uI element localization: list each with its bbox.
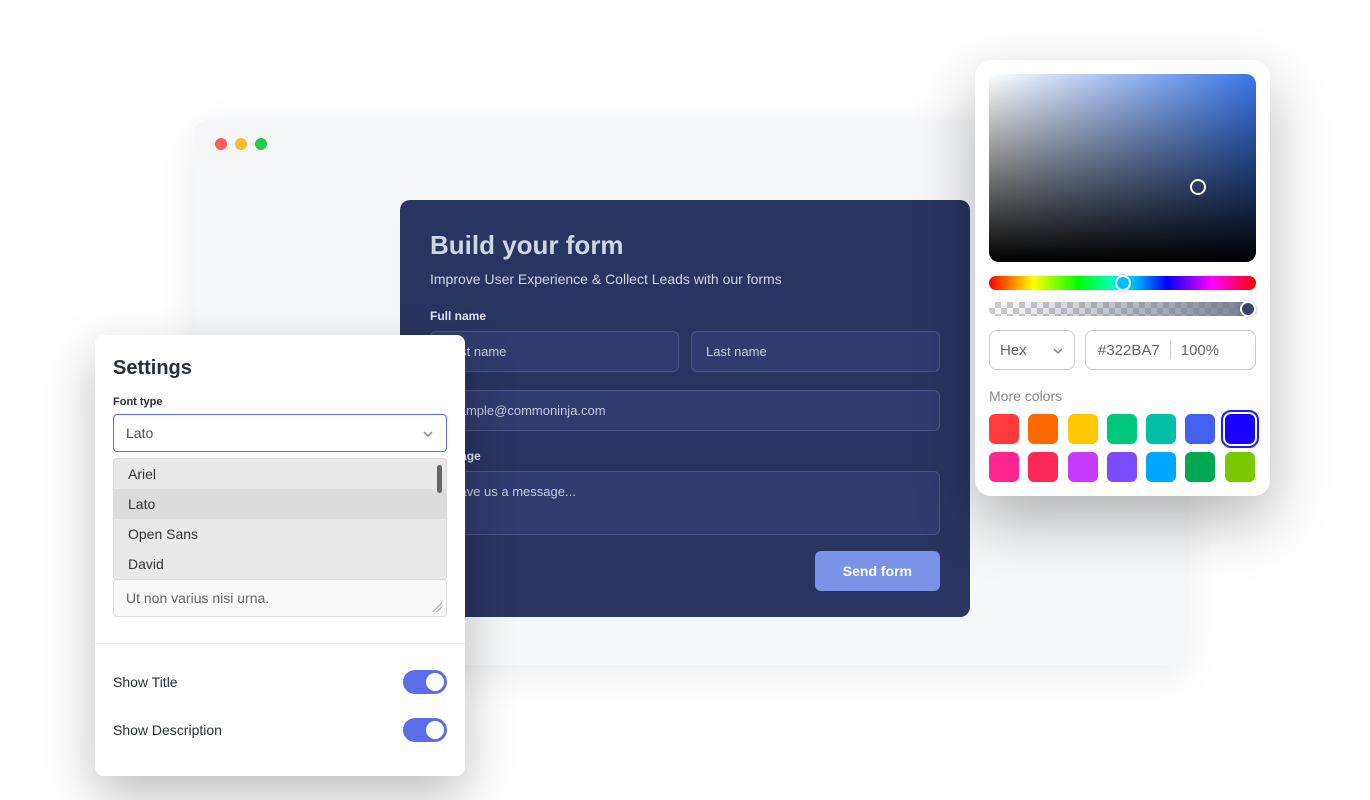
font-type-label: Font type [113,396,447,408]
color-format-select[interactable]: Hex [989,330,1075,370]
color-swatch-7[interactable] [989,452,1019,482]
message-label: Message [430,449,940,463]
form-title: Build your form [430,230,940,261]
color-picker-panel: Hex #322BA7 100% More colors [975,60,1270,496]
show-title-label: Show Title [113,674,178,690]
window-close-dot[interactable] [215,138,227,150]
color-gradient-area[interactable] [989,74,1256,262]
color-swatch-0[interactable] [989,414,1019,444]
color-swatch-4[interactable] [1146,414,1176,444]
font-option-lato[interactable]: Lato [114,489,446,519]
color-swatch-11[interactable] [1146,452,1176,482]
hue-cursor[interactable] [1115,275,1131,291]
settings-panel: Settings Font type Lato Ariel Lato Open … [95,335,465,776]
show-description-label: Show Description [113,722,222,738]
message-textarea[interactable]: Leave us a message... [430,471,940,535]
lastname-input[interactable]: Last name [691,331,940,372]
window-minimize-dot[interactable] [235,138,247,150]
fullname-label: Full name [430,309,940,323]
fullname-row: First name Last name [430,331,940,372]
hue-slider[interactable] [989,276,1256,290]
alpha-slider[interactable] [989,302,1256,316]
font-option-ariel[interactable]: Ariel [114,459,446,489]
font-option-opensans[interactable]: Open Sans [114,519,446,549]
show-description-toggle[interactable] [403,718,447,742]
chevron-down-icon [1052,344,1064,356]
color-swatch-10[interactable] [1107,452,1137,482]
color-swatch-2[interactable] [1068,414,1098,444]
settings-divider [95,643,465,644]
color-swatch-12[interactable] [1185,452,1215,482]
email-input[interactable]: example@commoninja.com [430,390,940,431]
color-format-value: Hex [1000,342,1027,359]
send-form-button[interactable]: Send form [815,551,940,591]
dropdown-scrollbar[interactable] [437,465,442,493]
color-swatch-1[interactable] [1028,414,1058,444]
alpha-cursor[interactable] [1240,301,1256,317]
gradient-cursor[interactable] [1190,179,1206,195]
color-swatch-6[interactable] [1225,414,1255,444]
hex-divider [1170,341,1171,359]
firstname-input[interactable]: First name [430,331,679,372]
hex-value-input[interactable]: #322BA7 100% [1085,330,1256,370]
color-swatch-5[interactable] [1185,414,1215,444]
settings-textarea[interactable]: Ut non varius nisi urna. [113,579,447,617]
hex-value: #322BA7 [1098,342,1160,359]
font-option-david[interactable]: David [114,549,446,579]
show-description-row: Show Description [113,706,447,754]
color-inputs-row: Hex #322BA7 100% [989,330,1256,370]
color-swatch-3[interactable] [1107,414,1137,444]
color-swatches [989,414,1256,482]
settings-title: Settings [113,357,447,380]
font-selected-value: Lato [126,425,153,441]
form-subtitle: Improve User Experience & Collect Leads … [430,271,940,287]
more-colors-label: More colors [989,388,1256,404]
form-builder-preview: Build your form Improve User Experience … [400,200,970,617]
color-swatch-13[interactable] [1225,452,1255,482]
color-swatch-8[interactable] [1028,452,1058,482]
show-title-toggle[interactable] [403,670,447,694]
font-dropdown-list: Ariel Lato Open Sans David [113,458,447,580]
font-type-select[interactable]: Lato [113,414,447,452]
chevron-down-icon [422,427,434,439]
color-swatch-9[interactable] [1068,452,1098,482]
opacity-value: 100% [1181,342,1219,359]
show-title-row: Show Title [113,658,447,706]
window-maximize-dot[interactable] [255,138,267,150]
